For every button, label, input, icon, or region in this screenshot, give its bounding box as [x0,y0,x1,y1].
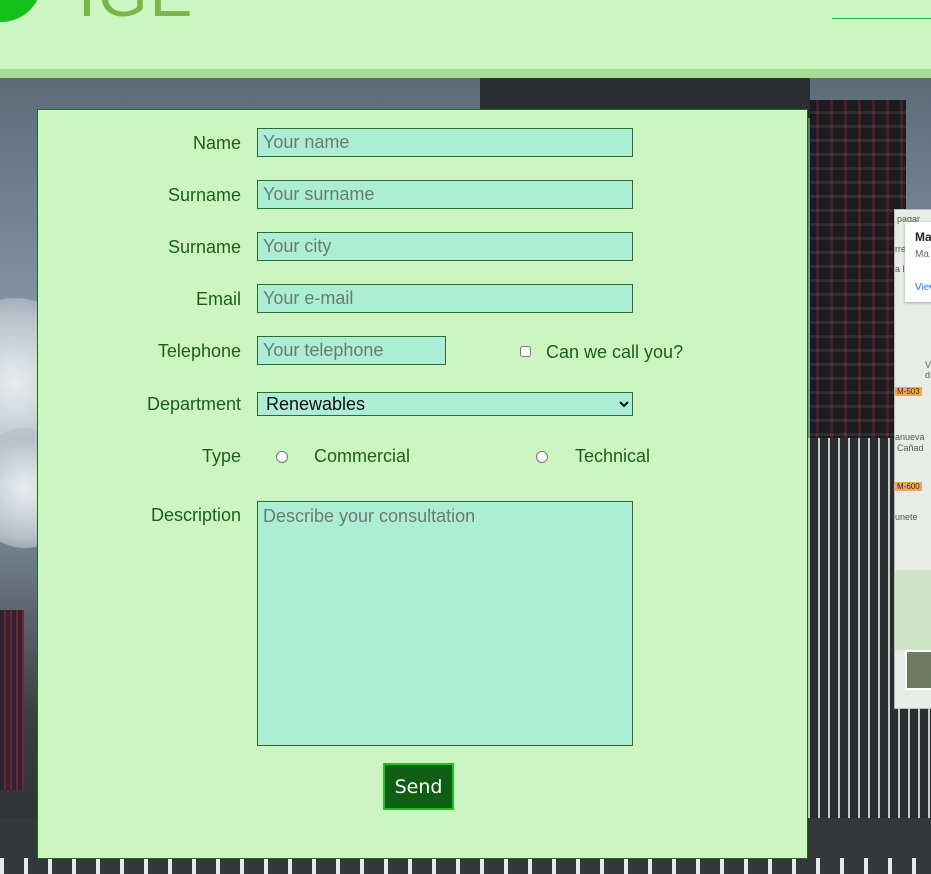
city-label: Surname [167,237,241,257]
email-input[interactable] [257,284,633,313]
map-card-subtitle: Ma [915,249,929,260]
map-widget[interactable]: pagar rrej a l Ma Ma Viev M-503 V d anue… [894,209,931,709]
department-label: Department [146,394,241,414]
map-label: a l [895,264,905,274]
contact-form: Name Surname Surname Email Telephone Can… [37,109,808,859]
type-technical-radio[interactable] [536,451,548,463]
type-technical-label: Technical [575,446,651,466]
header-divider [0,69,931,78]
logo-text: IGE [78,0,194,26]
type-commercial-label: Commercial [314,446,411,466]
name-label: Name [192,133,241,153]
map-road-label: M-600 [895,482,922,491]
email-label: Email [195,289,241,309]
site-header: IGE [0,0,931,70]
telephone-input[interactable] [257,336,446,365]
map-info-card[interactable]: Ma Ma Viev [905,222,931,302]
logo-mark [0,0,42,22]
description-textarea[interactable] [257,501,633,746]
map-label: unete [895,512,918,522]
map-street-view-thumbnail[interactable] [905,650,931,690]
name-input[interactable] [257,128,633,157]
city-input[interactable] [257,232,633,261]
call-me-checkbox[interactable] [520,346,531,357]
telephone-label: Telephone [157,341,241,361]
map-road-label: M-503 [895,387,922,396]
map-view-link[interactable]: Viev [915,282,931,293]
surname-input[interactable] [257,180,633,209]
map-label: V [925,360,931,370]
nav-underline [832,18,931,19]
map-label: Cañad [897,443,924,453]
map-card-title: Ma [915,230,931,244]
call-me-label: Can we call you? [546,342,684,362]
department-select[interactable]: Renewables [257,392,633,416]
surname-label: Surname [167,185,241,205]
type-label: Type [201,446,241,466]
send-button[interactable]: Send [383,763,454,810]
description-label: Description [150,505,241,525]
map-label: anueva [895,432,925,442]
map-label: d [925,370,931,380]
type-commercial-radio[interactable] [276,451,288,463]
